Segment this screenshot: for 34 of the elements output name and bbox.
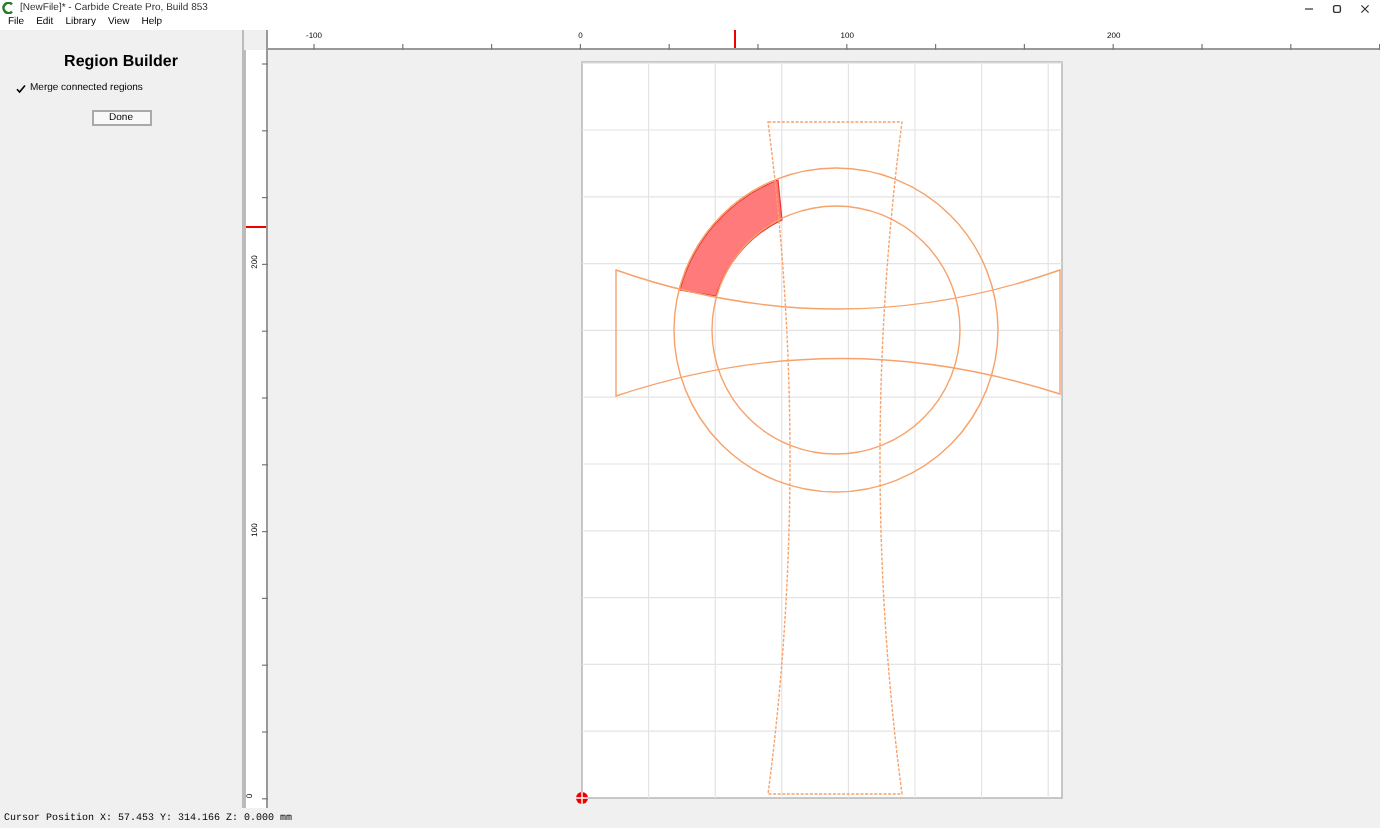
tick-mark [935,43,937,50]
tick-mark [846,43,848,50]
tick-mark [1023,43,1025,50]
tick-mark [313,43,315,50]
tick-mark [1290,43,1292,50]
panel-title: Region Builder [64,50,178,74]
tick-mark [261,597,268,599]
tick-mark [402,43,404,50]
tick-mark [668,43,670,50]
tick-mark [261,664,268,666]
cursor-marker [734,30,736,48]
restore-icon[interactable] [1332,3,1342,13]
tick-mark [1112,43,1114,50]
tick-mark [261,798,268,800]
tick-mark [261,330,268,332]
tick-mark [261,263,268,265]
tick-mark [261,531,268,533]
tick-mark [757,43,759,50]
tick-mark [261,197,268,199]
tick-mark [261,397,268,399]
tick-mark [261,464,268,466]
tick-mark [261,63,268,65]
cursor-marker [246,226,266,228]
minimize-icon[interactable] [1304,3,1314,13]
origin-marker-icon [575,791,589,805]
tick-mark [261,130,268,132]
tick-mark [579,43,581,50]
app-logo-icon [2,2,14,14]
merge-checkbox[interactable] [16,84,26,94]
selected-region [679,179,783,297]
tick-mark [491,43,493,50]
tick-mark [1201,43,1203,50]
close-icon[interactable] [1360,3,1370,13]
tick-mark [261,731,268,733]
